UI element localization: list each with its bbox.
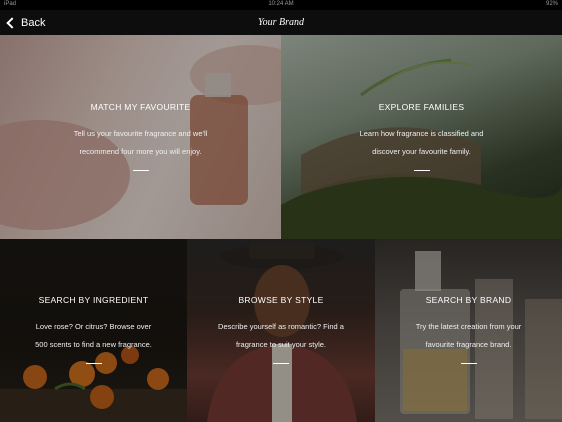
divider — [413, 170, 430, 171]
tile-title: SEARCH BY INGREDIENT — [38, 295, 149, 305]
tile-content: MATCH MY FAVOURITE Tell us your favourit… — [0, 102, 281, 171]
divider — [132, 170, 149, 171]
battery-level: 92% — [545, 1, 558, 7]
status-time: 10:24 AM — [268, 1, 294, 7]
tile-search-by-brand[interactable]: SEARCH BY BRAND Try the latest creation … — [375, 239, 562, 422]
tile-content: SEARCH BY BRAND Try the latest creation … — [375, 295, 562, 364]
divider — [460, 363, 477, 364]
tile-match-my-favourite[interactable]: MATCH MY FAVOURITE Tell us your favourit… — [0, 35, 281, 239]
page-title: Your Brand — [257, 17, 305, 28]
tile-description: Tell us your favourite fragrance and we'… — [73, 129, 208, 156]
tile-browse-by-style[interactable]: BROWSE BY STYLE Describe yourself as rom… — [187, 239, 375, 422]
tile-description: Learn how fragrance is classified and di… — [359, 129, 484, 156]
tile-title: BROWSE BY STYLE — [238, 295, 324, 305]
tile-content: SEARCH BY INGREDIENT Love rose? Or citru… — [0, 295, 187, 364]
navigation-bar: Back Your Brand — [0, 10, 562, 35]
tile-description: Describe yourself as romantic? Find a fr… — [218, 322, 344, 349]
tile-title: EXPLORE FAMILIES — [378, 102, 465, 112]
tile-title: SEARCH BY BRAND — [425, 295, 512, 305]
tile-content: EXPLORE FAMILIES Learn how fragrance is … — [281, 102, 562, 171]
tile-description: Try the latest creation from your favour… — [415, 322, 522, 349]
tile-description: Love rose? Or citrus? Browse over 500 sc… — [35, 322, 152, 349]
divider — [85, 363, 102, 364]
tile-title: MATCH MY FAVOURITE — [90, 102, 191, 112]
tile-explore-families[interactable]: EXPLORE FAMILIES Learn how fragrance is … — [281, 35, 562, 239]
divider — [273, 363, 289, 364]
tile-search-by-ingredient[interactable]: SEARCH BY INGREDIENT Love rose? Or citru… — [0, 239, 187, 422]
tile-content: BROWSE BY STYLE Describe yourself as rom… — [187, 295, 375, 364]
status-bar: iPad 10:24 AM 92% — [0, 0, 562, 10]
